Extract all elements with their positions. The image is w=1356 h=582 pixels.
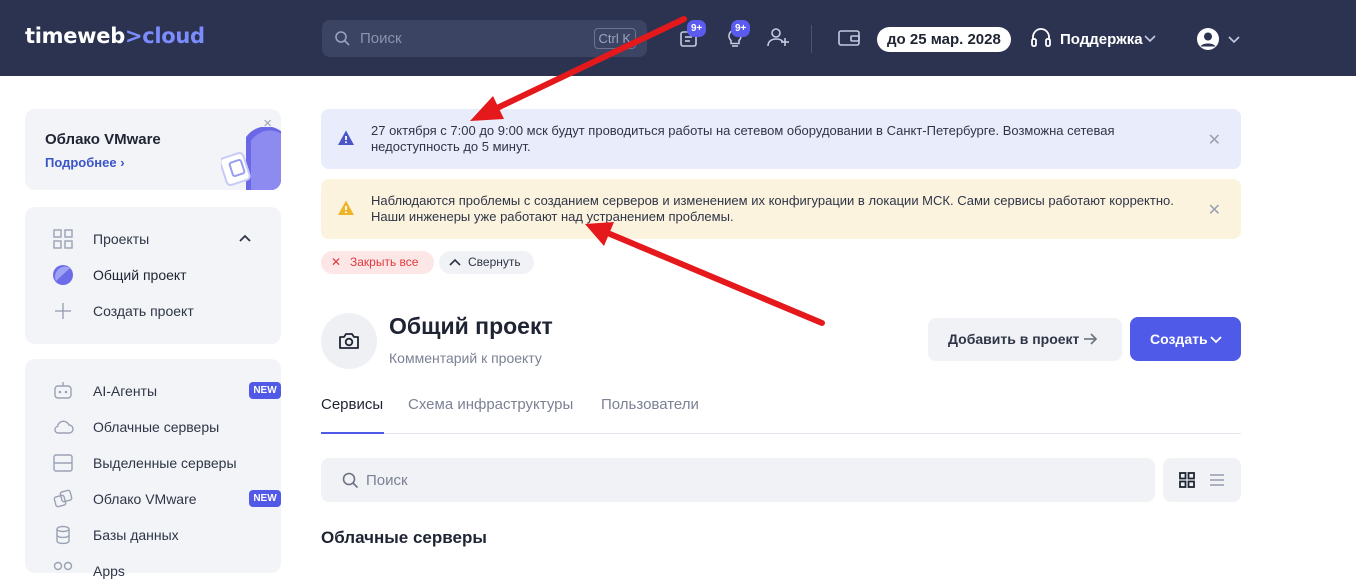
plus-icon (55, 303, 71, 319)
vmware-promo-card[interactable]: Облако VMware Подробнее › × (25, 109, 281, 190)
close-all-label: Закрыть все (350, 255, 419, 269)
sidebar-item-label: AI-Агенты (93, 383, 158, 399)
headset-icon (1031, 28, 1051, 47)
logo[interactable]: timeweb>cloud (25, 24, 205, 48)
grid-view-icon[interactable] (1179, 472, 1195, 488)
grid-icon (53, 229, 73, 249)
close-icon: ✕ (331, 255, 342, 269)
profile-menu[interactable] (1196, 26, 1246, 52)
search-placeholder: Поиск (360, 30, 402, 47)
close-all-alerts-button[interactable]: ✕ Закрыть все (321, 251, 434, 274)
list-view-icon[interactable] (1209, 473, 1225, 487)
arrow-right-icon (1084, 333, 1098, 345)
chevron-up-icon (449, 258, 461, 266)
sidebar-item-label: Облако VMware (93, 491, 197, 507)
vmware-illustration-icon (221, 127, 281, 190)
logo-text: timeweb (25, 24, 125, 48)
support-label: Поддержка (1060, 31, 1143, 48)
apps-icon (53, 561, 73, 571)
global-search-input[interactable]: Поиск Ctrl K (322, 20, 647, 57)
promo-title: Облако VMware (45, 131, 161, 148)
logo-cloud-text: cloud (142, 24, 205, 48)
project-tabs: Сервисы Схема инфраструктуры Пользовател… (321, 396, 1241, 434)
chevron-down-icon (1228, 36, 1240, 44)
project-avatar-icon (53, 265, 73, 285)
logo-arrow: > (124, 24, 143, 48)
sidebar-item-label: Облачные серверы (93, 419, 220, 435)
project-avatar-upload[interactable] (321, 313, 377, 369)
add-user-icon[interactable] (765, 24, 791, 50)
chevron-up-icon[interactable] (238, 233, 252, 243)
alert-text: 27 октября с 7:00 до 9:00 мск будут пров… (371, 123, 1115, 154)
add-to-project-label: Добавить в проект (948, 331, 1080, 347)
search-placeholder: Поиск (366, 472, 408, 489)
warning-triangle-icon (338, 130, 354, 145)
collapse-alerts-button[interactable]: Свернуть (439, 251, 534, 274)
collapse-label: Свернуть (468, 255, 521, 269)
new-badge: NEW (249, 490, 281, 507)
project-comment[interactable]: Комментарий к проекту (389, 350, 542, 366)
cloud-icon (54, 420, 74, 434)
balance-badge[interactable]: до 25 мар. 2028 (877, 27, 1011, 52)
tab-services[interactable]: Сервисы (321, 396, 383, 413)
alert-close-button[interactable]: ✕ (1208, 200, 1221, 220)
camera-icon (339, 333, 359, 349)
server-icon (53, 454, 73, 472)
sidebar-item-label: Проекты (93, 231, 150, 247)
database-icon (56, 525, 70, 545)
create-button[interactable]: Создать (1130, 317, 1241, 361)
search-icon (335, 31, 350, 46)
header-divider (811, 25, 812, 53)
sidebar-item-label: Выделенные серверы (93, 455, 237, 471)
new-badge: NEW (249, 382, 281, 399)
sidebar-item-label: Apps (93, 563, 125, 579)
section-title-cloud-servers: Облачные серверы (321, 528, 487, 547)
warning-triangle-icon (338, 200, 354, 215)
promo-more-link[interactable]: Подробнее › (45, 155, 125, 170)
search-shortcut: Ctrl K (593, 28, 636, 49)
search-icon (342, 472, 358, 488)
services-panel: AI-Агенты NEW Облачные серверы Выделенны… (25, 359, 281, 579)
alert-text: Наблюдаются проблемы с созданием серверо… (371, 193, 1174, 224)
vmware-icon (53, 489, 73, 508)
tab-infrastructure-scheme[interactable]: Схема инфраструктуры (408, 396, 573, 413)
chevron-down-icon (1210, 336, 1222, 344)
promo-close-button[interactable]: × (263, 115, 272, 132)
alert-close-button[interactable]: ✕ (1208, 130, 1221, 150)
wallet-icon[interactable] (836, 24, 862, 50)
top-navigation-bar: timeweb>cloud Поиск Ctrl K 9+ 9+ до 25 м… (0, 0, 1356, 76)
ideas-badge: 9+ (731, 20, 751, 37)
sidebar-item-label: Базы данных (93, 527, 179, 543)
page-title: Общий проект (389, 313, 553, 339)
sidebar-item-label: Создать проект (93, 303, 194, 319)
view-toggle (1163, 458, 1241, 502)
notifications-badge: 9+ (687, 20, 707, 37)
active-tab-indicator (321, 432, 384, 434)
user-avatar-icon (1197, 28, 1219, 50)
incident-alert: Наблюдаются проблемы с созданием серверо… (321, 179, 1241, 239)
create-label: Создать (1150, 331, 1208, 347)
sidebar-item-label: Общий проект (93, 267, 187, 283)
maintenance-alert: 27 октября с 7:00 до 9:00 мск будут пров… (321, 109, 1241, 169)
robot-icon (54, 382, 72, 399)
chevron-down-icon (1144, 35, 1156, 43)
add-to-project-button[interactable]: Добавить в проект (928, 318, 1122, 361)
projects-panel: Проекты Общий проект Создать проект (25, 207, 281, 344)
services-search-input[interactable]: Поиск (321, 458, 1155, 502)
tab-users[interactable]: Пользователи (601, 396, 699, 413)
